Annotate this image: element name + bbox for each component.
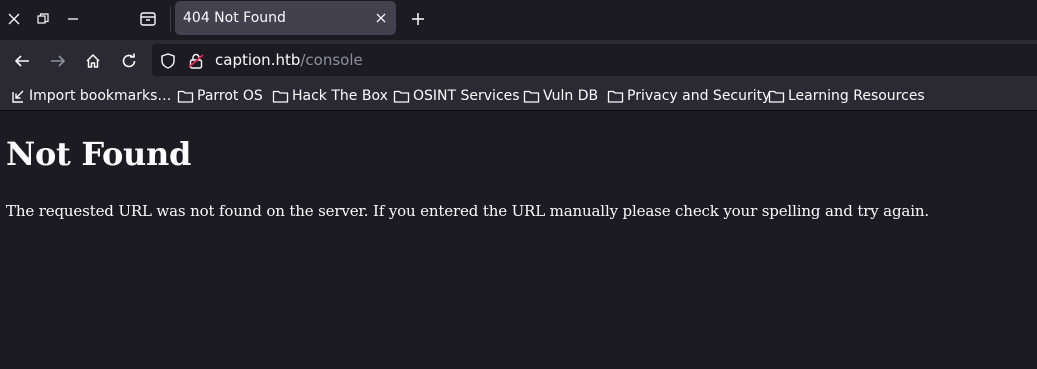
tab-overview-icon (140, 12, 156, 26)
bookmark-folder-learning-resources[interactable]: Learning Resources (768, 86, 925, 106)
error-message: The requested URL was not found on the s… (6, 202, 929, 220)
tab-separator (170, 6, 171, 32)
tab-active[interactable]: 404 Not Found (175, 1, 396, 35)
bookmarks-toolbar: Import bookmarks… Parrot OS Hack The Box… (0, 80, 1037, 111)
tab-close-button[interactable] (372, 9, 390, 27)
new-tab-button[interactable] (405, 6, 431, 32)
address-bar[interactable]: caption.htb/console (152, 44, 1037, 76)
arrow-right-icon (51, 55, 65, 67)
reload-button[interactable] (116, 48, 142, 74)
bookmark-folder-hack-the-box[interactable]: Hack The Box (272, 86, 388, 106)
bookmark-label: Learning Resources (788, 88, 925, 104)
folder-icon (768, 90, 785, 103)
folder-icon (607, 90, 624, 103)
import-icon (12, 90, 24, 103)
tab-overview-button[interactable] (134, 6, 162, 32)
url-host: caption.htb (215, 51, 301, 69)
bookmark-label: Vuln DB (543, 88, 599, 104)
window-minimize-button[interactable] (62, 8, 84, 30)
back-button[interactable] (9, 48, 35, 74)
folder-icon (272, 90, 289, 103)
bookmark-label: Hack The Box (292, 88, 388, 104)
reload-icon (122, 53, 136, 68)
bookmark-label: Parrot OS (197, 88, 263, 104)
forward-button[interactable] (45, 48, 71, 74)
insecure-lock-icon (188, 53, 204, 69)
tracking-protection-button[interactable] (159, 52, 177, 70)
url-path: /console (300, 51, 363, 69)
minimize-icon (68, 18, 78, 20)
page-heading: Not Found (6, 135, 192, 173)
folder-icon (393, 90, 410, 103)
restore-icon (37, 13, 49, 24)
shield-icon (161, 53, 175, 69)
bookmark-folder-parrot-os[interactable]: Parrot OS (177, 86, 263, 106)
arrow-left-icon (15, 55, 29, 67)
bookmark-folder-vuln-db[interactable]: Vuln DB (523, 86, 598, 106)
window-close-button[interactable] (3, 8, 25, 30)
bookmark-folder-privacy-and-security[interactable]: Privacy and Security (607, 86, 770, 106)
home-button[interactable] (80, 48, 106, 74)
home-icon (86, 54, 100, 68)
close-icon (8, 13, 20, 25)
navigation-toolbar: caption.htb/console (0, 40, 1037, 80)
url-text[interactable]: caption.htb/console (215, 51, 363, 69)
page-content: Not Found The requested URL was not foun… (0, 111, 1037, 369)
bookmark-label: Privacy and Security (627, 88, 771, 104)
bookmark-folder-osint-services[interactable]: OSINT Services (393, 86, 520, 106)
bookmark-label: OSINT Services (413, 88, 520, 104)
tab-strip: 404 Not Found (0, 0, 1037, 38)
close-icon (376, 13, 386, 23)
plus-icon (412, 13, 424, 25)
tab-title: 404 Not Found (183, 10, 286, 26)
folder-icon (523, 90, 540, 103)
site-security-button[interactable] (187, 52, 205, 70)
bookmark-label: Import bookmarks… (29, 88, 172, 104)
folder-icon (177, 90, 194, 103)
bookmark-import[interactable]: Import bookmarks… (10, 86, 171, 106)
window-maximize-button[interactable] (32, 8, 54, 30)
